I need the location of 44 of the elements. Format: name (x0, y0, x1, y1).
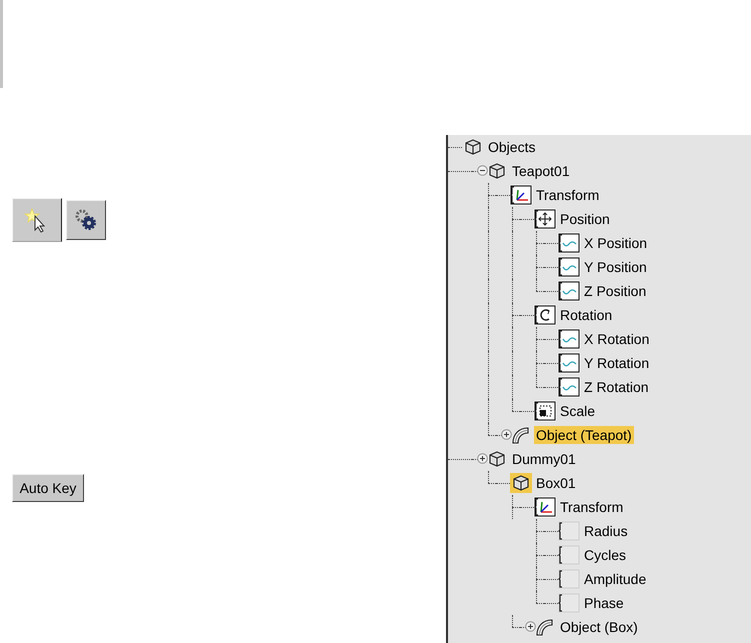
tree-item[interactable]: Phase (582, 594, 626, 612)
tree-item[interactable]: Object (Teapot) (534, 426, 634, 444)
param-icon (558, 593, 580, 613)
tree-item[interactable]: Dummy01 (510, 450, 578, 468)
tree-item[interactable]: Y Rotation (582, 354, 652, 372)
param-icon (558, 545, 580, 565)
tree-item[interactable]: Objects (486, 138, 538, 156)
tree-item[interactable]: Amplitude (582, 570, 648, 588)
tree-item[interactable]: Z Rotation (582, 378, 651, 396)
curve-icon (558, 329, 580, 349)
tree-item[interactable]: Scale (558, 402, 598, 420)
tree-item[interactable]: X Rotation (582, 330, 652, 348)
tree-item[interactable]: X Position (582, 234, 650, 252)
transform-icon (534, 497, 556, 517)
curve-icon (558, 281, 580, 301)
curve-icon (558, 353, 580, 373)
tree-item[interactable]: Y Position (582, 258, 649, 276)
select-button[interactable] (12, 198, 62, 242)
gears-button[interactable] (66, 200, 106, 240)
param-icon (558, 521, 580, 541)
tree-item[interactable]: Teapot01 (510, 162, 572, 180)
curve-icon (558, 233, 580, 253)
gears-icon (74, 208, 98, 232)
scale-icon (534, 401, 556, 421)
auto-key-button[interactable]: Auto Key (12, 474, 84, 502)
param-icon (558, 569, 580, 589)
rotation-icon (534, 305, 556, 325)
tree-item[interactable]: Transform (534, 186, 602, 204)
expand-icon[interactable] (525, 621, 536, 632)
tree-item[interactable]: Box01 (534, 474, 578, 492)
expand-icon[interactable] (477, 453, 488, 464)
collapse-icon[interactable] (477, 165, 488, 176)
tree-item[interactable]: Rotation (558, 306, 614, 324)
tree-item[interactable]: Cycles (582, 546, 628, 564)
curve-icon (558, 257, 580, 277)
tree-item[interactable]: Position (558, 210, 612, 228)
tree-item[interactable]: Z Position (582, 282, 648, 300)
tree-item[interactable]: Object (Box) (558, 618, 640, 636)
transform-icon (510, 185, 532, 205)
tree-item[interactable]: Transform (558, 498, 626, 516)
position-icon (534, 209, 556, 229)
expand-icon[interactable] (501, 429, 512, 440)
curve-icon (558, 377, 580, 397)
tree-item[interactable]: Radius (582, 522, 630, 540)
